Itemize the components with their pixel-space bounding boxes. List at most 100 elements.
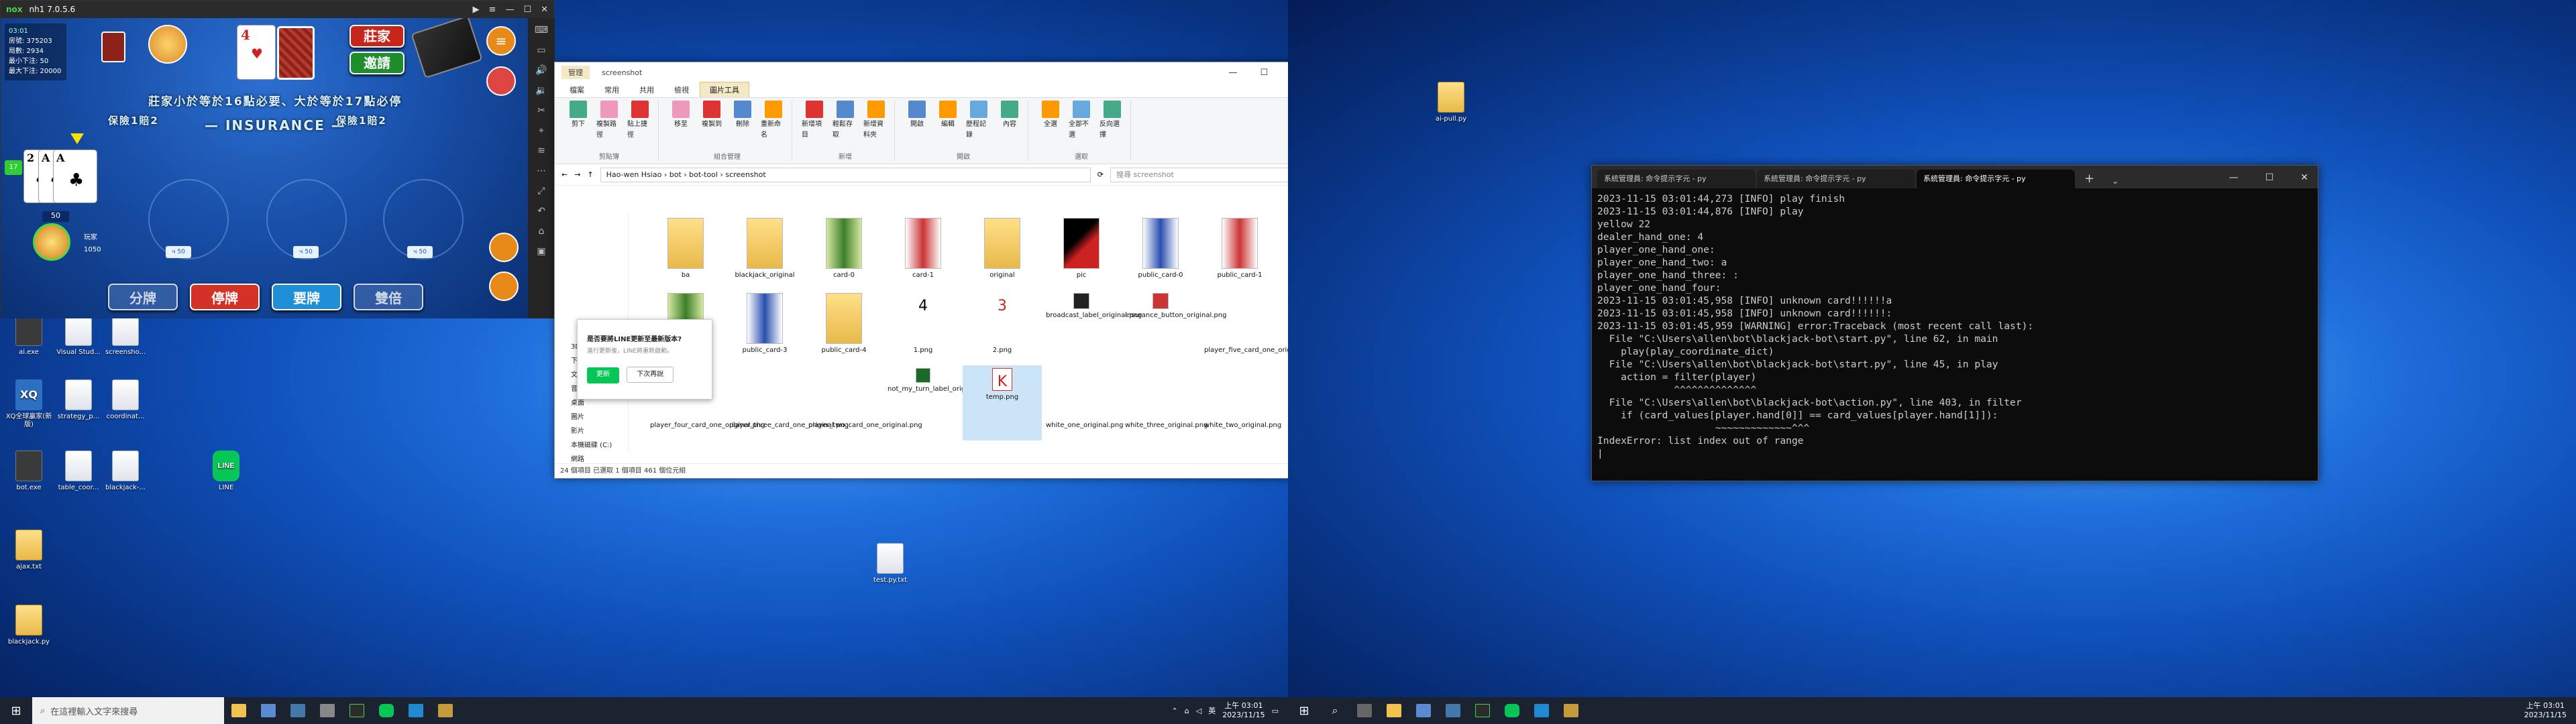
ribbon-button-2-1[interactable]: 輕鬆存取	[833, 101, 858, 141]
search-input[interactable]: 搜尋 screenshot	[1110, 167, 1288, 182]
ribbon-button-1-2[interactable]: 刪除	[730, 101, 755, 141]
terminal-output[interactable]: 2023-11-15 03:01:44,273 [INFO] play fini…	[1592, 188, 2318, 464]
minimize-icon[interactable]: —	[505, 5, 514, 15]
location-icon[interactable]: ⌖	[539, 125, 544, 136]
network-icon[interactable]: ⌂	[1185, 707, 1189, 715]
file-item[interactable]: 3 2.png	[963, 290, 1042, 365]
app-taskbar-icon-1[interactable]	[254, 697, 283, 724]
update-button[interactable]: 更新	[587, 367, 619, 383]
shake-icon[interactable]: ≋	[537, 145, 545, 156]
input-lang[interactable]: 英	[1208, 705, 1216, 716]
file-item[interactable]: white_two_original.png	[1200, 365, 1281, 440]
play-icon[interactable]: ▶	[473, 5, 480, 15]
desktop-icon-9[interactable]: LINE LINE	[201, 450, 251, 492]
more-icon[interactable]: ⋯	[537, 166, 546, 176]
tab-picture-tools[interactable]: 圖片工具	[700, 82, 749, 97]
file-item[interactable]: Ktemp.png	[963, 365, 1042, 440]
desktop-icon-5[interactable]: coordinat...	[101, 379, 150, 421]
ribbon-button-3-0[interactable]: 開啟	[904, 101, 930, 141]
tab-file[interactable]: 檔案	[560, 82, 594, 97]
file-item[interactable]: public_card-3	[725, 290, 804, 365]
search-icon[interactable]: ⌕	[1320, 697, 1350, 724]
tab-view[interactable]: 檢視	[665, 82, 698, 97]
back-icon[interactable]: ↶	[537, 206, 545, 217]
volume-icon[interactable]: ◁	[1196, 707, 1201, 715]
tray-up-icon[interactable]: ⌃	[1172, 707, 1178, 715]
refresh-icon[interactable]: ⟳	[1097, 170, 1104, 179]
ribbon-button-3-3[interactable]: 內容	[997, 101, 1022, 141]
terminal-window[interactable]: 系統管理員: 命令提示字元 - py 系統管理員: 命令提示字元 - py 系統…	[1591, 165, 2318, 481]
ribbon-button-4-2[interactable]: 反向選擇	[1099, 101, 1125, 141]
nav-item[interactable]: 圖片	[555, 409, 628, 423]
line-taskbar-icon[interactable]	[1497, 697, 1527, 724]
nox-emulator-window[interactable]: nox nh1 7.0.5.6 ▶ ≡ — ☐ ✕ 03:01 房號: 3752…	[0, 0, 555, 318]
expand-icon[interactable]: ⤢	[537, 186, 545, 196]
later-button[interactable]: 下次再說	[627, 367, 674, 383]
file-item[interactable]: white_one_original.png	[1042, 365, 1124, 440]
app-taskbar-icon-2[interactable]	[283, 697, 313, 724]
volume-down-icon[interactable]: 🔉	[535, 85, 547, 96]
desktop-icon-0[interactable]: ai.exe	[4, 315, 54, 357]
address-bar[interactable]: Hao-wen Hsiao › bot › bot-tool › screens…	[600, 167, 1091, 182]
desktop-icon-7[interactable]: table_coor...	[54, 450, 103, 492]
nox-taskbar-icon[interactable]	[342, 697, 372, 724]
forward-arrow-icon[interactable]: →	[574, 170, 580, 179]
file-item[interactable]: player_five_card_one_original.png	[1200, 290, 1288, 365]
nox-taskbar-icon[interactable]	[1468, 697, 1497, 724]
clock[interactable]: 上午 03:01 2023/11/15	[1222, 701, 1265, 720]
back-arrow-icon[interactable]: ←	[561, 170, 568, 179]
file-item[interactable]: public_card-0	[1121, 215, 1200, 290]
ribbon-button-0-2[interactable]: 貼上捷徑	[627, 101, 653, 141]
app-taskbar-icon-4[interactable]	[431, 697, 460, 724]
file-item[interactable]: white_three_original.png	[1121, 365, 1208, 440]
task-view-icon[interactable]	[1350, 697, 1379, 724]
hit-button[interactable]: 要牌	[272, 284, 341, 310]
vscode-taskbar-icon[interactable]	[401, 697, 431, 724]
file-item[interactable]: player_three_card_one_original.png	[725, 365, 849, 440]
screenshot-icon[interactable]: ✂	[537, 105, 545, 116]
desktop-icon-1[interactable]: Visual Stud...	[54, 315, 103, 357]
file-item[interactable]: pic	[1042, 215, 1121, 290]
maximize-icon[interactable]: ☐	[1260, 68, 1268, 78]
ribbon-button-3-1[interactable]: 編輯	[935, 101, 961, 141]
close-icon[interactable]: ✕	[2300, 172, 2308, 183]
file-item[interactable]: card-0	[804, 215, 883, 290]
desktop-icon-2[interactable]: screensho...	[101, 315, 150, 357]
ribbon-button-0-1[interactable]: 複製路徑	[596, 101, 622, 141]
nav-item[interactable]: 影片	[555, 423, 628, 437]
up-arrow-icon[interactable]: ↑	[587, 170, 593, 179]
ribbon-button-4-0[interactable]: 全選	[1038, 101, 1063, 141]
ribbon-button-1-0[interactable]: 移至	[668, 101, 694, 141]
ribbon-button-2-2[interactable]: 新增資料夾	[863, 101, 889, 141]
clock-2[interactable]: 上午 03:01 2023/11/15	[2524, 701, 2567, 720]
line-taskbar-icon[interactable]	[372, 697, 401, 724]
windows-start-icon[interactable]: ⊞	[1288, 704, 1320, 718]
tab-dropdown-icon[interactable]: ⌄	[2104, 176, 2127, 188]
desktop-icon-10[interactable]: ajax.txt	[4, 530, 54, 571]
app-taskbar-icon-2[interactable]	[1438, 697, 1468, 724]
banker-button[interactable]: 莊家	[350, 25, 405, 48]
ribbon-button-1-3[interactable]: 重新命名	[761, 101, 786, 141]
windows-start-icon[interactable]: ⊞	[0, 704, 32, 718]
file-item[interactable]: player_two_card_one_original.png	[804, 365, 922, 440]
minimize-icon[interactable]: —	[1228, 68, 1237, 78]
file-item[interactable]: broadcast_label_original.png	[1042, 290, 1142, 365]
explorer-taskbar-icon[interactable]	[224, 697, 254, 724]
terminal-tab-2[interactable]: 系統管理員: 命令提示字元 - py	[1757, 170, 1915, 188]
file-item[interactable]: not_my_turn_label_original.png	[883, 365, 992, 440]
stand-button[interactable]: 停牌	[190, 284, 260, 310]
file-explorer-window[interactable]: 管理 screenshot — ☐ ✕ 檔案 常用 共用 檢視 圖片工具 剪下 複…	[554, 62, 1288, 479]
tab-home[interactable]: 常用	[595, 82, 629, 97]
close-icon[interactable]: ✕	[541, 5, 548, 15]
ribbon-button-3-2[interactable]: 歷程記錄	[966, 101, 991, 141]
file-item[interactable]: 4 1.png	[883, 290, 963, 365]
file-item[interactable]: public_card-1	[1200, 215, 1279, 290]
mic-button[interactable]	[489, 233, 519, 262]
nox-titlebar[interactable]: nox nh1 7.0.5.6 ▶ ≡ — ☐ ✕	[1, 1, 553, 18]
maximize-icon[interactable]: ☐	[2265, 172, 2274, 183]
chat-button[interactable]	[489, 272, 519, 301]
vscode-taskbar-icon[interactable]	[1527, 697, 1556, 724]
file-item[interactable]: public_card-4	[804, 290, 883, 365]
terminal-tab-3[interactable]: 系統管理員: 命令提示字元 - py	[1917, 170, 2075, 188]
split-button[interactable]: 分牌	[108, 284, 178, 310]
